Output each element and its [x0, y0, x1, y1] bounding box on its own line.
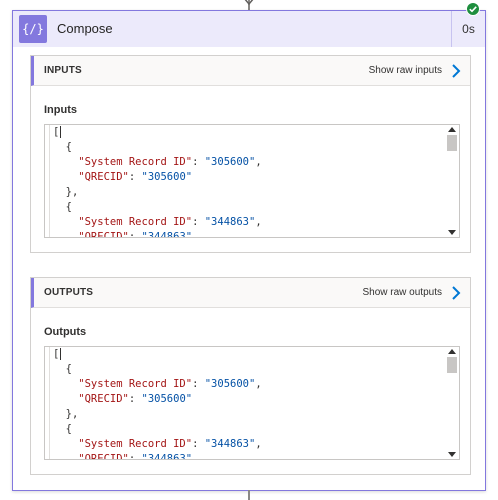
- scroll-up-icon[interactable]: [448, 349, 456, 354]
- inputs-section: INPUTS Show raw inputs Inputs [ { "Syste…: [30, 55, 471, 253]
- chevron-right-icon[interactable]: [450, 286, 462, 300]
- outputs-section: OUTPUTS Show raw outputs Outputs [ { "Sy…: [30, 277, 471, 475]
- code-line: {: [53, 363, 72, 375]
- scroll-down-icon[interactable]: [448, 452, 456, 457]
- inputs-scrollbar[interactable]: [445, 125, 459, 237]
- code-line: "QRECID": "344863": [53, 231, 193, 238]
- scroll-thumb[interactable]: [447, 357, 457, 373]
- action-title: Compose: [57, 21, 113, 36]
- inputs-field-label: Inputs: [44, 104, 77, 116]
- outputs-scrollbar[interactable]: [445, 347, 459, 459]
- scroll-up-icon[interactable]: [448, 127, 456, 132]
- code-line: [: [53, 126, 62, 138]
- chevron-right-icon[interactable]: [450, 64, 462, 78]
- success-check-icon: [466, 2, 480, 16]
- action-header[interactable]: {/} Compose 0s: [13, 11, 485, 47]
- flow-connector-bottom: [248, 490, 250, 500]
- code-line: },: [53, 186, 79, 198]
- outputs-section-header: OUTPUTS Show raw outputs: [31, 278, 470, 308]
- outputs-section-title: OUTPUTS: [44, 287, 94, 298]
- show-raw-outputs-link[interactable]: Show raw outputs: [363, 278, 443, 308]
- code-line: "System Record ID": "305600",: [53, 156, 262, 168]
- code-line: {: [53, 201, 72, 213]
- code-line: "System Record ID": "344863",: [53, 438, 262, 450]
- code-gutter: [45, 125, 50, 237]
- inputs-code: [ { "System Record ID": "305600", "QRECI…: [53, 125, 262, 238]
- code-gutter: [45, 347, 50, 459]
- outputs-code-viewer[interactable]: [ { "System Record ID": "305600", "QRECI…: [44, 346, 460, 460]
- code-line: "QRECID": "305600": [53, 171, 193, 183]
- down-arrow-icon: [244, 0, 254, 6]
- code-line: {: [53, 423, 72, 435]
- code-line: "QRECID": "305600": [53, 393, 193, 405]
- outputs-field-label: Outputs: [44, 326, 87, 338]
- code-line: [: [53, 348, 62, 360]
- inputs-section-header: INPUTS Show raw inputs: [31, 56, 470, 86]
- text-cursor: [60, 348, 62, 360]
- code-line: },: [53, 408, 79, 420]
- compose-action-card: {/} Compose 0s INPUTS Show raw inputs In…: [12, 10, 486, 491]
- outputs-code: [ { "System Record ID": "305600", "QRECI…: [53, 347, 262, 460]
- inputs-code-viewer[interactable]: [ { "System Record ID": "305600", "QRECI…: [44, 124, 460, 238]
- show-raw-inputs-link[interactable]: Show raw inputs: [369, 56, 442, 86]
- code-line: {: [53, 141, 72, 153]
- scroll-down-icon[interactable]: [448, 230, 456, 235]
- compose-icon: {/}: [19, 15, 47, 43]
- code-line: "QRECID": "344863": [53, 453, 193, 460]
- code-line: "System Record ID": "305600",: [53, 378, 262, 390]
- text-cursor: [60, 126, 62, 138]
- code-line: "System Record ID": "344863",: [53, 216, 262, 228]
- scroll-thumb[interactable]: [447, 135, 457, 151]
- action-duration: 0s: [451, 11, 485, 47]
- inputs-section-title: INPUTS: [44, 65, 82, 76]
